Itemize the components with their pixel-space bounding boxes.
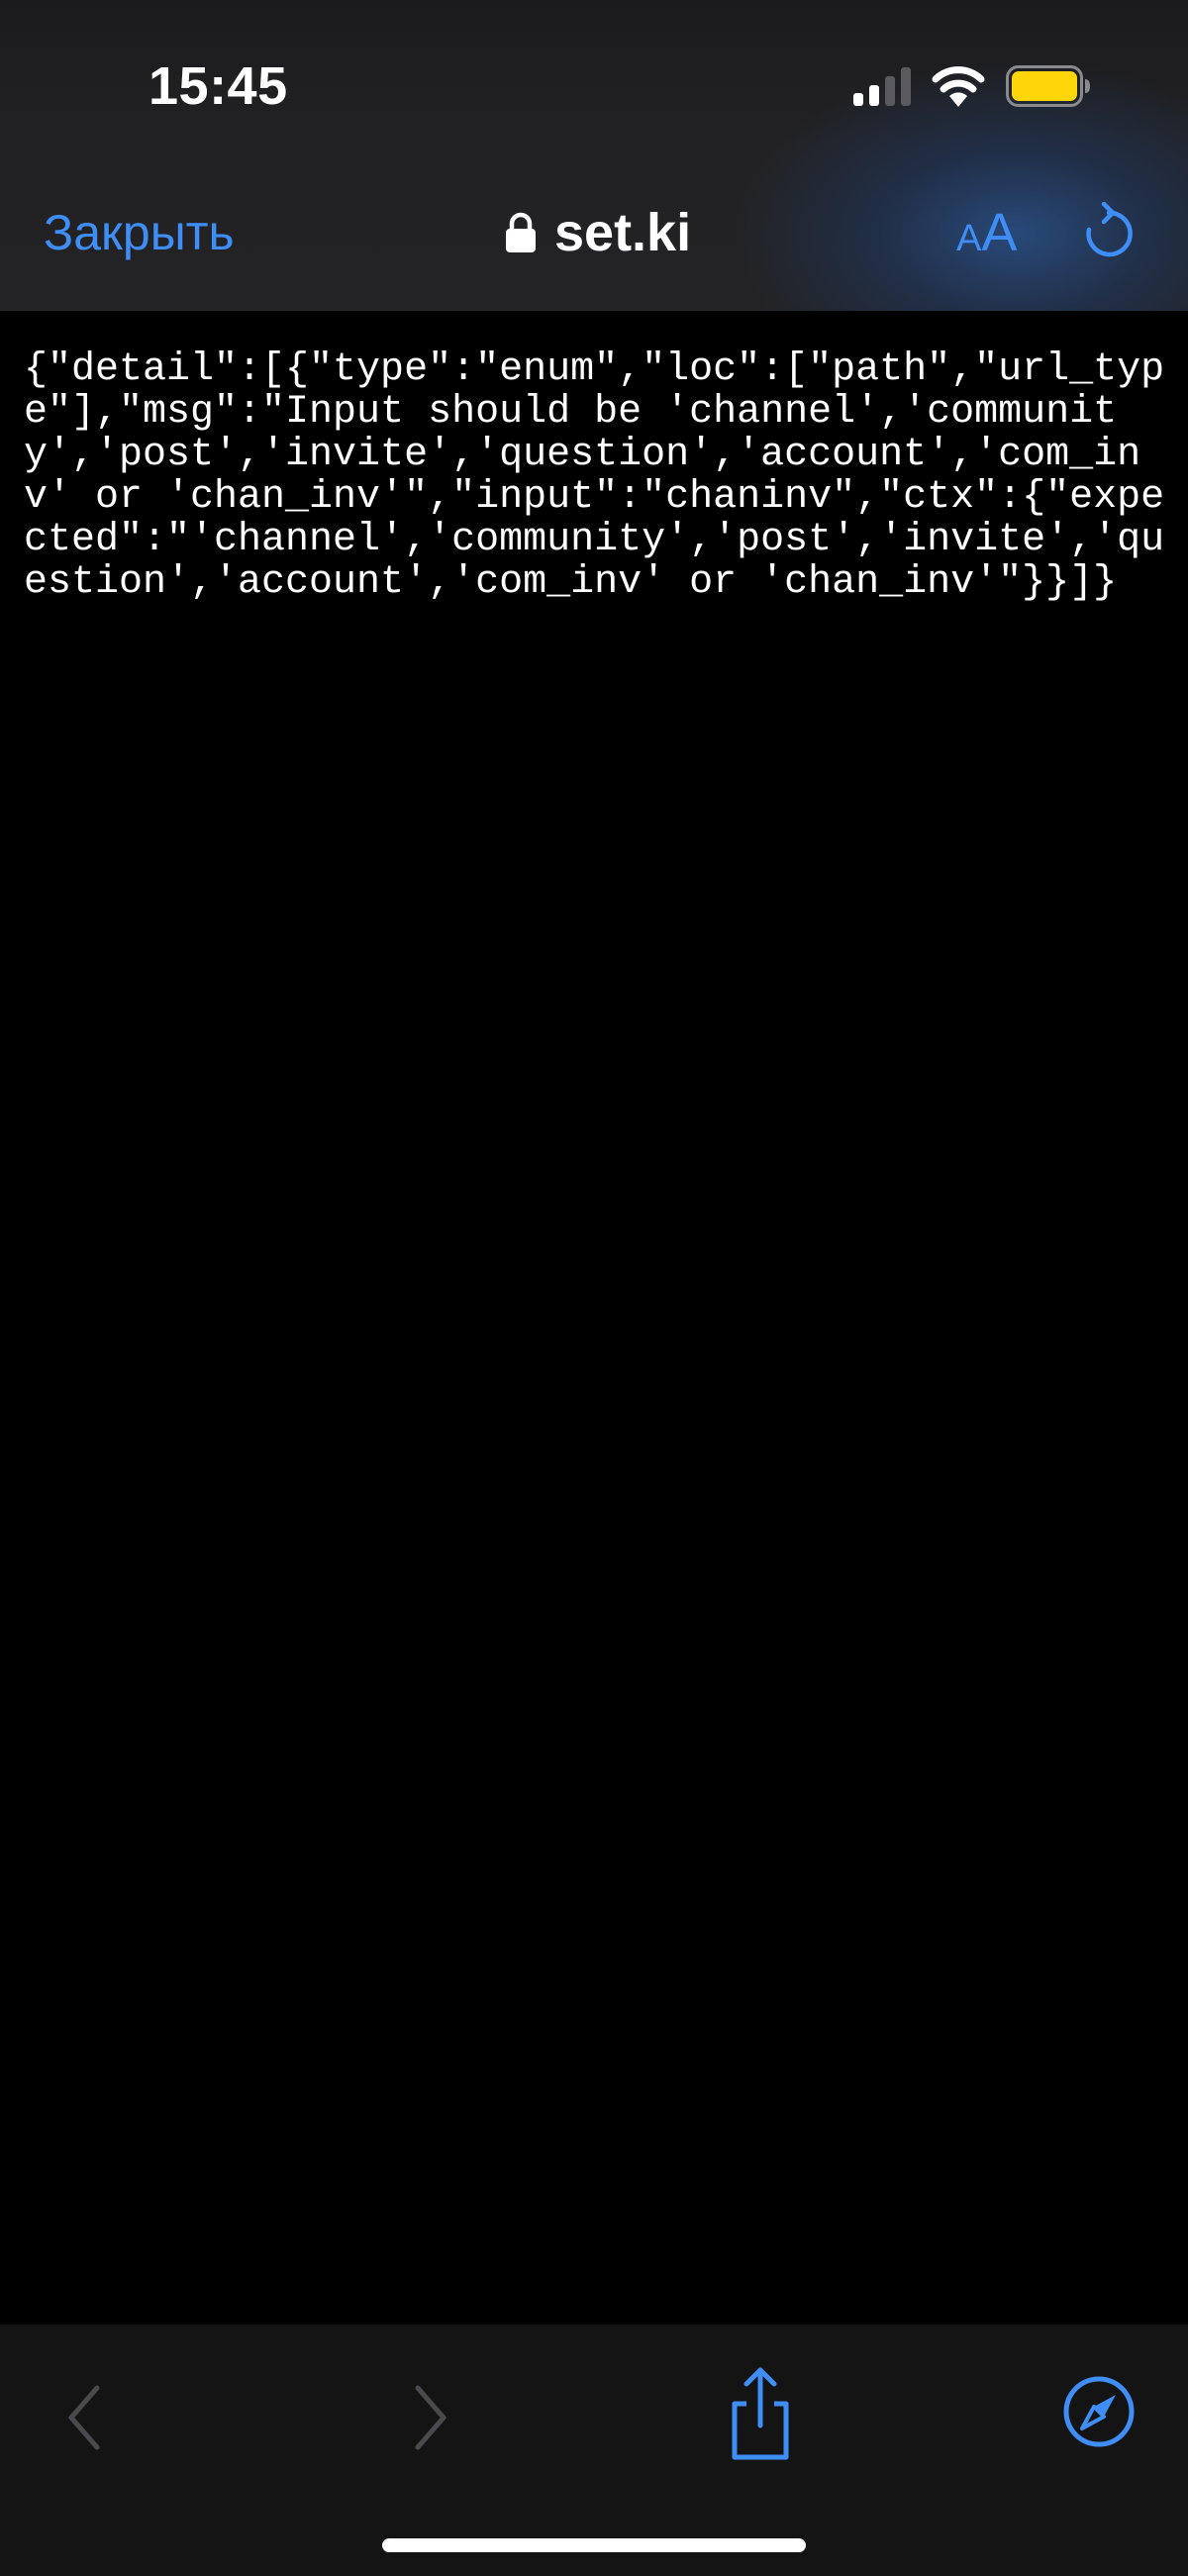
forward-arrow-icon[interactable]: [406, 2380, 453, 2455]
browser-header: Закрыть set.ki A A: [0, 168, 1188, 311]
bottom-toolbar: [0, 2325, 1188, 2576]
back-arrow-icon[interactable]: [61, 2380, 109, 2455]
status-bar: 15:45: [0, 0, 1188, 168]
battery-icon: [1006, 65, 1090, 107]
lock-icon: [506, 212, 536, 252]
domain-label: set.ki: [554, 203, 692, 262]
reload-icon[interactable]: [1079, 202, 1138, 263]
status-time: 15:45: [148, 56, 288, 116]
wifi-icon: [932, 66, 985, 107]
home-indicator: [382, 2538, 806, 2552]
page-content: {"detail":[{"type":"enum","loc":["path",…: [0, 311, 1188, 2325]
text-size-button[interactable]: A A: [956, 202, 1017, 263]
top-chrome: 15:45 Закрыть set.ki A A: [0, 0, 1188, 311]
text-size-large-a: A: [981, 203, 1018, 262]
cellular-signal-icon: [853, 67, 911, 106]
close-button[interactable]: Закрыть: [44, 204, 235, 261]
safari-compass-icon[interactable]: [1061, 2374, 1137, 2449]
share-icon[interactable]: [723, 2364, 798, 2463]
address-bar[interactable]: set.ki: [505, 198, 691, 267]
json-error-text: {"detail":[{"type":"enum","loc":["path",…: [24, 347, 1165, 605]
text-size-small-a: A: [956, 218, 982, 259]
